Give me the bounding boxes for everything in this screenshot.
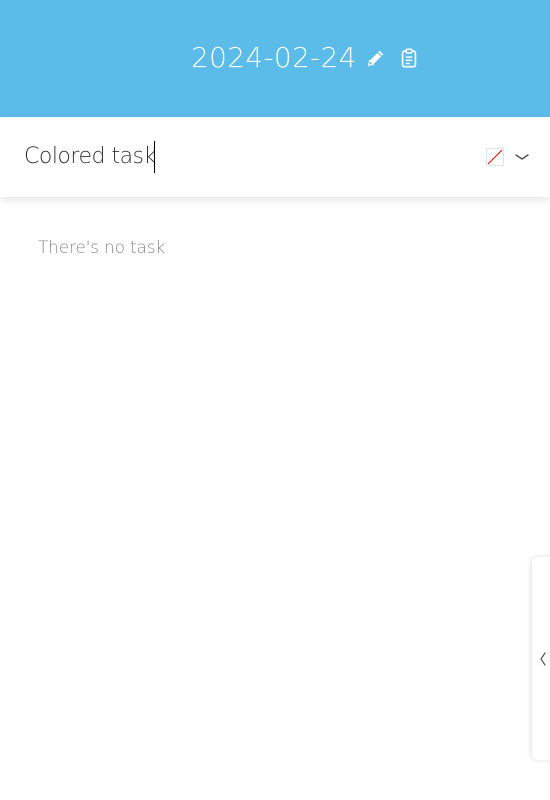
app: 2024-02-24 Colored task There's no task [0, 0, 550, 800]
date-title: 2024-02-24 [191, 41, 357, 74]
side-panel-toggle[interactable] [532, 557, 550, 760]
header: 2024-02-24 [0, 0, 550, 117]
clipboard-button[interactable] [397, 46, 421, 70]
edit-date-button[interactable] [364, 46, 388, 70]
chevron-down-icon [515, 154, 529, 160]
no-color-icon [487, 149, 503, 165]
chevron-left-icon [540, 651, 546, 666]
clipboard-icon [401, 48, 417, 68]
color-picker-swatch[interactable] [486, 148, 504, 166]
pencil-icon [367, 50, 384, 67]
empty-task-message: There's no task [38, 238, 165, 258]
text-caret [154, 141, 155, 173]
color-dropdown-button[interactable] [512, 147, 532, 167]
task-input[interactable]: Colored task [24, 141, 156, 173]
task-input-bar: Colored task [0, 117, 550, 197]
